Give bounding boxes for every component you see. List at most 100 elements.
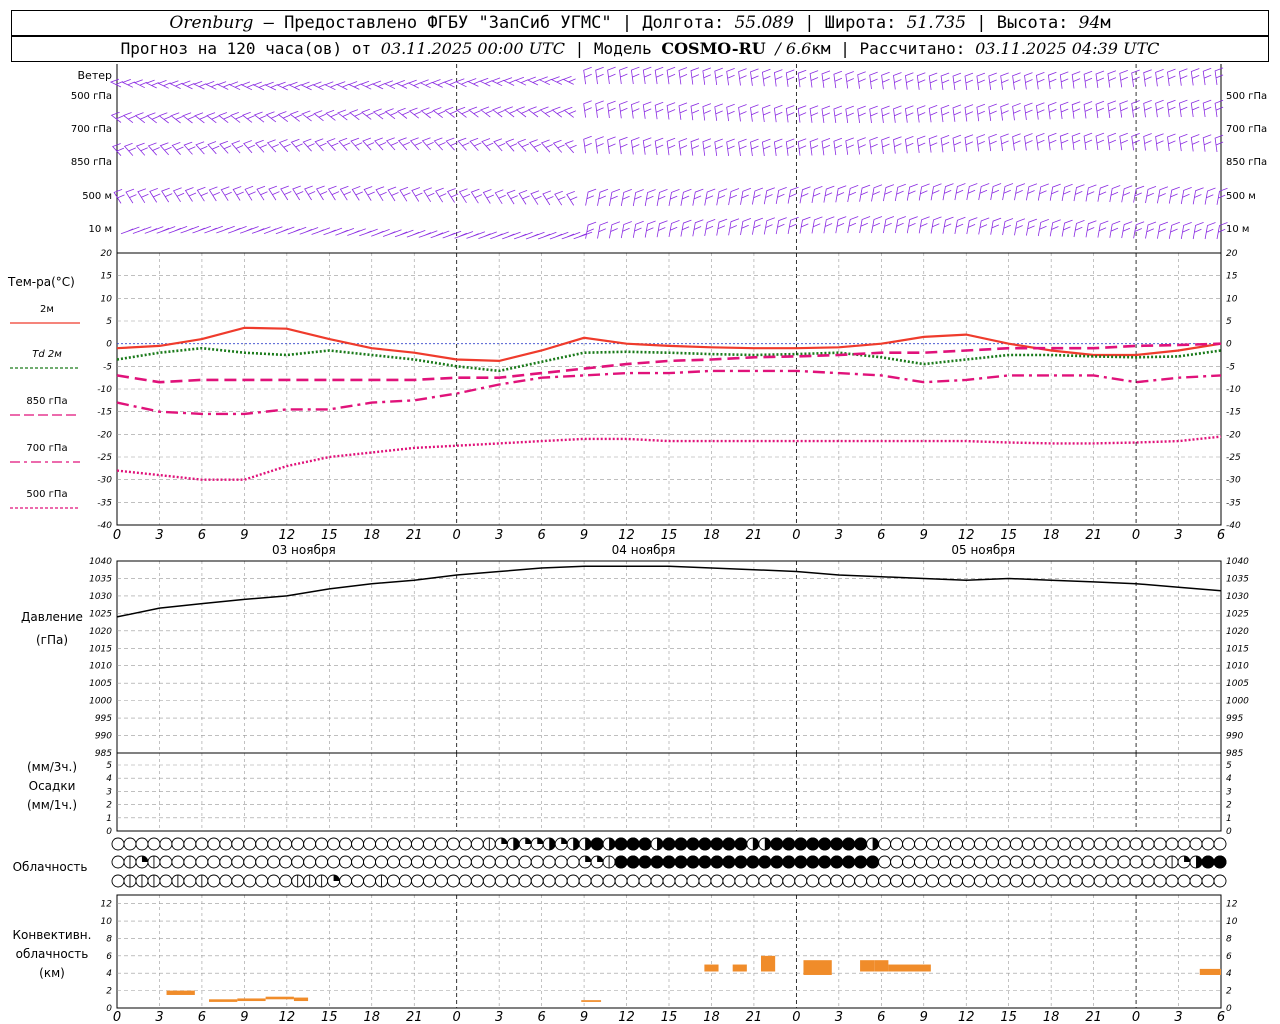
cloud-cover-symbol [985, 855, 999, 869]
cloud-cover-symbol [1057, 874, 1071, 888]
wind-barb [773, 104, 783, 123]
wind-barb [1190, 134, 1200, 152]
cloud-cover-symbol [746, 874, 760, 888]
cloud-cover-symbol [351, 837, 365, 851]
wind-barb [859, 184, 871, 202]
cloud-cover-symbol [147, 837, 161, 851]
hour-tick-label: 3 [495, 1010, 503, 1024]
wind-barb [976, 72, 986, 91]
wind-barb [1192, 187, 1204, 205]
cloud-cover-symbol [339, 874, 353, 888]
cloud-cover-symbol [171, 855, 185, 869]
wind-barb [666, 66, 676, 85]
cloud-cover-symbol [291, 837, 305, 851]
wind-barb [752, 187, 764, 205]
cloud-cover-symbol [446, 855, 460, 869]
wind-barb [326, 138, 339, 151]
wind-barb [1012, 103, 1021, 121]
wind-barb [583, 100, 592, 118]
wind-barb [833, 105, 843, 123]
cloud-cover-symbol [902, 837, 916, 851]
wind-barb [363, 186, 375, 201]
wind-barb [420, 107, 434, 119]
wind-barb [550, 76, 564, 85]
wind-barb [423, 187, 435, 203]
wind-barb [399, 186, 411, 202]
cloud-cover-symbol [710, 837, 724, 851]
cloud-cover-symbol [363, 874, 376, 888]
wind-barb [857, 137, 866, 155]
wind-barb [966, 183, 978, 201]
wind-barb [726, 68, 735, 86]
wind-barb [1071, 101, 1081, 119]
hour-tick-label: 3 [495, 528, 503, 543]
hour-tick-label: 15 [661, 1010, 678, 1024]
wind-barb [821, 138, 831, 156]
cloud-cover-symbol [878, 855, 892, 869]
wind-barb [763, 217, 775, 235]
wind-barb [383, 80, 398, 90]
cloud-cover-symbol [434, 837, 448, 851]
legend-label: 2м [40, 304, 54, 315]
cloud-cover-symbol [195, 837, 209, 851]
cloud-cover-symbol [657, 838, 664, 850]
cloud-cover-symbol [458, 855, 472, 869]
pressure-tick-label-right: 1040 [1226, 557, 1249, 567]
wind-barb [1000, 72, 1009, 90]
wind-barb [716, 218, 728, 236]
conv-tick-label-left: 12 [101, 900, 113, 910]
wind-barb [1012, 72, 1021, 90]
cloud-cover-symbol [279, 837, 293, 851]
hour-tick-label: 3 [1174, 1010, 1182, 1024]
convective-cloud-bar [888, 964, 931, 972]
wind-barb [1012, 133, 1021, 151]
cloud-cover-symbol [141, 856, 148, 862]
wind-barb [1095, 100, 1105, 119]
wind-barb [181, 80, 195, 90]
cloud-cover-symbol [866, 855, 880, 869]
cloud-cover-symbol [1093, 874, 1107, 888]
wind-barb [1168, 221, 1180, 239]
wind-barb [470, 188, 483, 204]
wind-barb [678, 138, 688, 156]
pressure-tick-label-left: 1005 [89, 679, 112, 689]
wind-barb [1095, 70, 1105, 88]
hour-tick-label: 18 [363, 1010, 380, 1024]
cloud-cover-symbol [542, 855, 556, 869]
wind-barb [206, 112, 219, 124]
cloud-cover-symbol [734, 855, 748, 869]
wind-barb [990, 217, 1002, 235]
cloud-cover-symbol [530, 874, 544, 888]
wind-barb [787, 216, 799, 234]
wind-barb [893, 136, 902, 154]
hour-tick-label: 9 [580, 1010, 588, 1024]
cloud-cover-symbol [1105, 837, 1119, 851]
cloud-cover-symbol [662, 874, 676, 888]
cloud-cover-symbol [159, 874, 173, 888]
cloud-cover-symbol [890, 855, 904, 869]
wind-barb [194, 112, 207, 124]
wind-barb [337, 109, 350, 121]
cloud-cover-symbol [411, 837, 424, 851]
cloud-cover-symbol [482, 874, 496, 888]
precip-tick-label-right: 4 [1226, 774, 1232, 784]
cloud-cover-symbol [1141, 855, 1155, 869]
cloud-cover-symbol [123, 837, 137, 851]
wind-barb [583, 66, 592, 85]
cloud-cover-symbol [878, 837, 892, 851]
wind-barb [740, 187, 752, 205]
date-label: 04 ноября [612, 543, 676, 557]
cloud-cover-symbol [674, 837, 688, 851]
cloud-cover-symbol [446, 837, 460, 851]
wind-barb [1190, 99, 1200, 118]
wind-barb [821, 70, 831, 88]
hour-tick-label: 15 [1000, 1010, 1017, 1024]
wind-barb [728, 188, 740, 206]
convective-cloud-bar [237, 998, 266, 1002]
precip-tick-label-right: 5 [1226, 761, 1232, 771]
wind-barb [240, 81, 255, 91]
cloud-cover-symbol [554, 855, 568, 869]
wind-barb [395, 80, 409, 89]
wind-barb [479, 77, 493, 87]
wind-barb [505, 138, 518, 152]
